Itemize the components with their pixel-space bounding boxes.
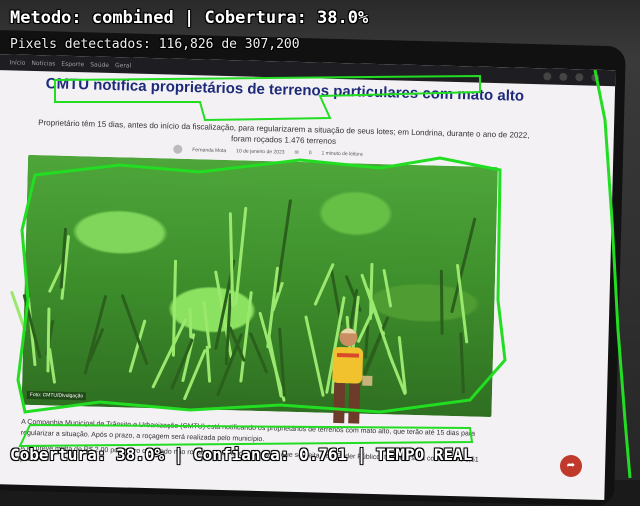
search-icon[interactable] — [543, 72, 552, 81]
author-avatar — [173, 144, 183, 154]
grass-blade — [265, 266, 279, 349]
monitor-screen: Início Notícias Esporte Saúde Geral CMTU… — [0, 53, 616, 501]
grass-blade — [83, 294, 107, 375]
menu-icon[interactable] — [591, 73, 600, 82]
comments-count[interactable]: 0 — [309, 150, 312, 156]
grass-blade — [172, 259, 178, 357]
share-button[interactable]: ➦ — [560, 455, 582, 477]
status-label: Cobertura: 38.0% | Confianca: 0.761 | TE… — [10, 445, 473, 464]
publish-date: 10 de janeiro de 2023 — [236, 147, 285, 156]
extension-icon[interactable] — [575, 73, 584, 82]
grass-blade — [275, 199, 292, 293]
worker-figure — [332, 328, 374, 424]
grass-blade — [439, 269, 444, 335]
comments-icon[interactable]: ✉ — [294, 149, 298, 155]
grass-blade — [458, 332, 465, 394]
grass-blade — [48, 347, 57, 384]
browser-icons — [543, 72, 600, 82]
pixels-detected-label: Pixels detectados: 116,826 de 307,200 — [10, 37, 300, 52]
share-icon: ➦ — [566, 460, 576, 471]
worker-leg — [333, 382, 346, 424]
photo-credit: Foto: CMTU/Divulgação — [26, 390, 87, 401]
grass-blade — [456, 264, 469, 344]
grass-blade — [234, 206, 248, 306]
grass-blade — [205, 345, 212, 383]
grass-texture — [10, 155, 498, 408]
browser-tab[interactable]: Saúde — [90, 61, 109, 68]
browser-tab[interactable]: Geral — [115, 62, 131, 69]
browser-tab[interactable]: Início — [9, 59, 25, 66]
browser-tab[interactable]: Esporte — [61, 60, 84, 68]
worker-leg — [348, 383, 361, 424]
grass-blade — [382, 268, 393, 308]
grass-blade — [202, 301, 212, 349]
worker-vest — [332, 347, 364, 384]
grass-blade — [313, 263, 335, 307]
method-coverage-label: Metodo: combined | Cobertura: 38.0% — [10, 8, 369, 28]
grass-blade — [450, 217, 477, 314]
read-time: 1 minuto de leitura — [321, 150, 363, 158]
browser-tab[interactable]: Notícias — [31, 59, 55, 67]
article-hero-image: Foto: CMTU/Divulgação — [10, 154, 498, 424]
trimmer-motor — [362, 375, 374, 387]
author-name[interactable]: Fernanda Mota — [192, 147, 226, 154]
bookmark-icon[interactable] — [559, 72, 568, 81]
